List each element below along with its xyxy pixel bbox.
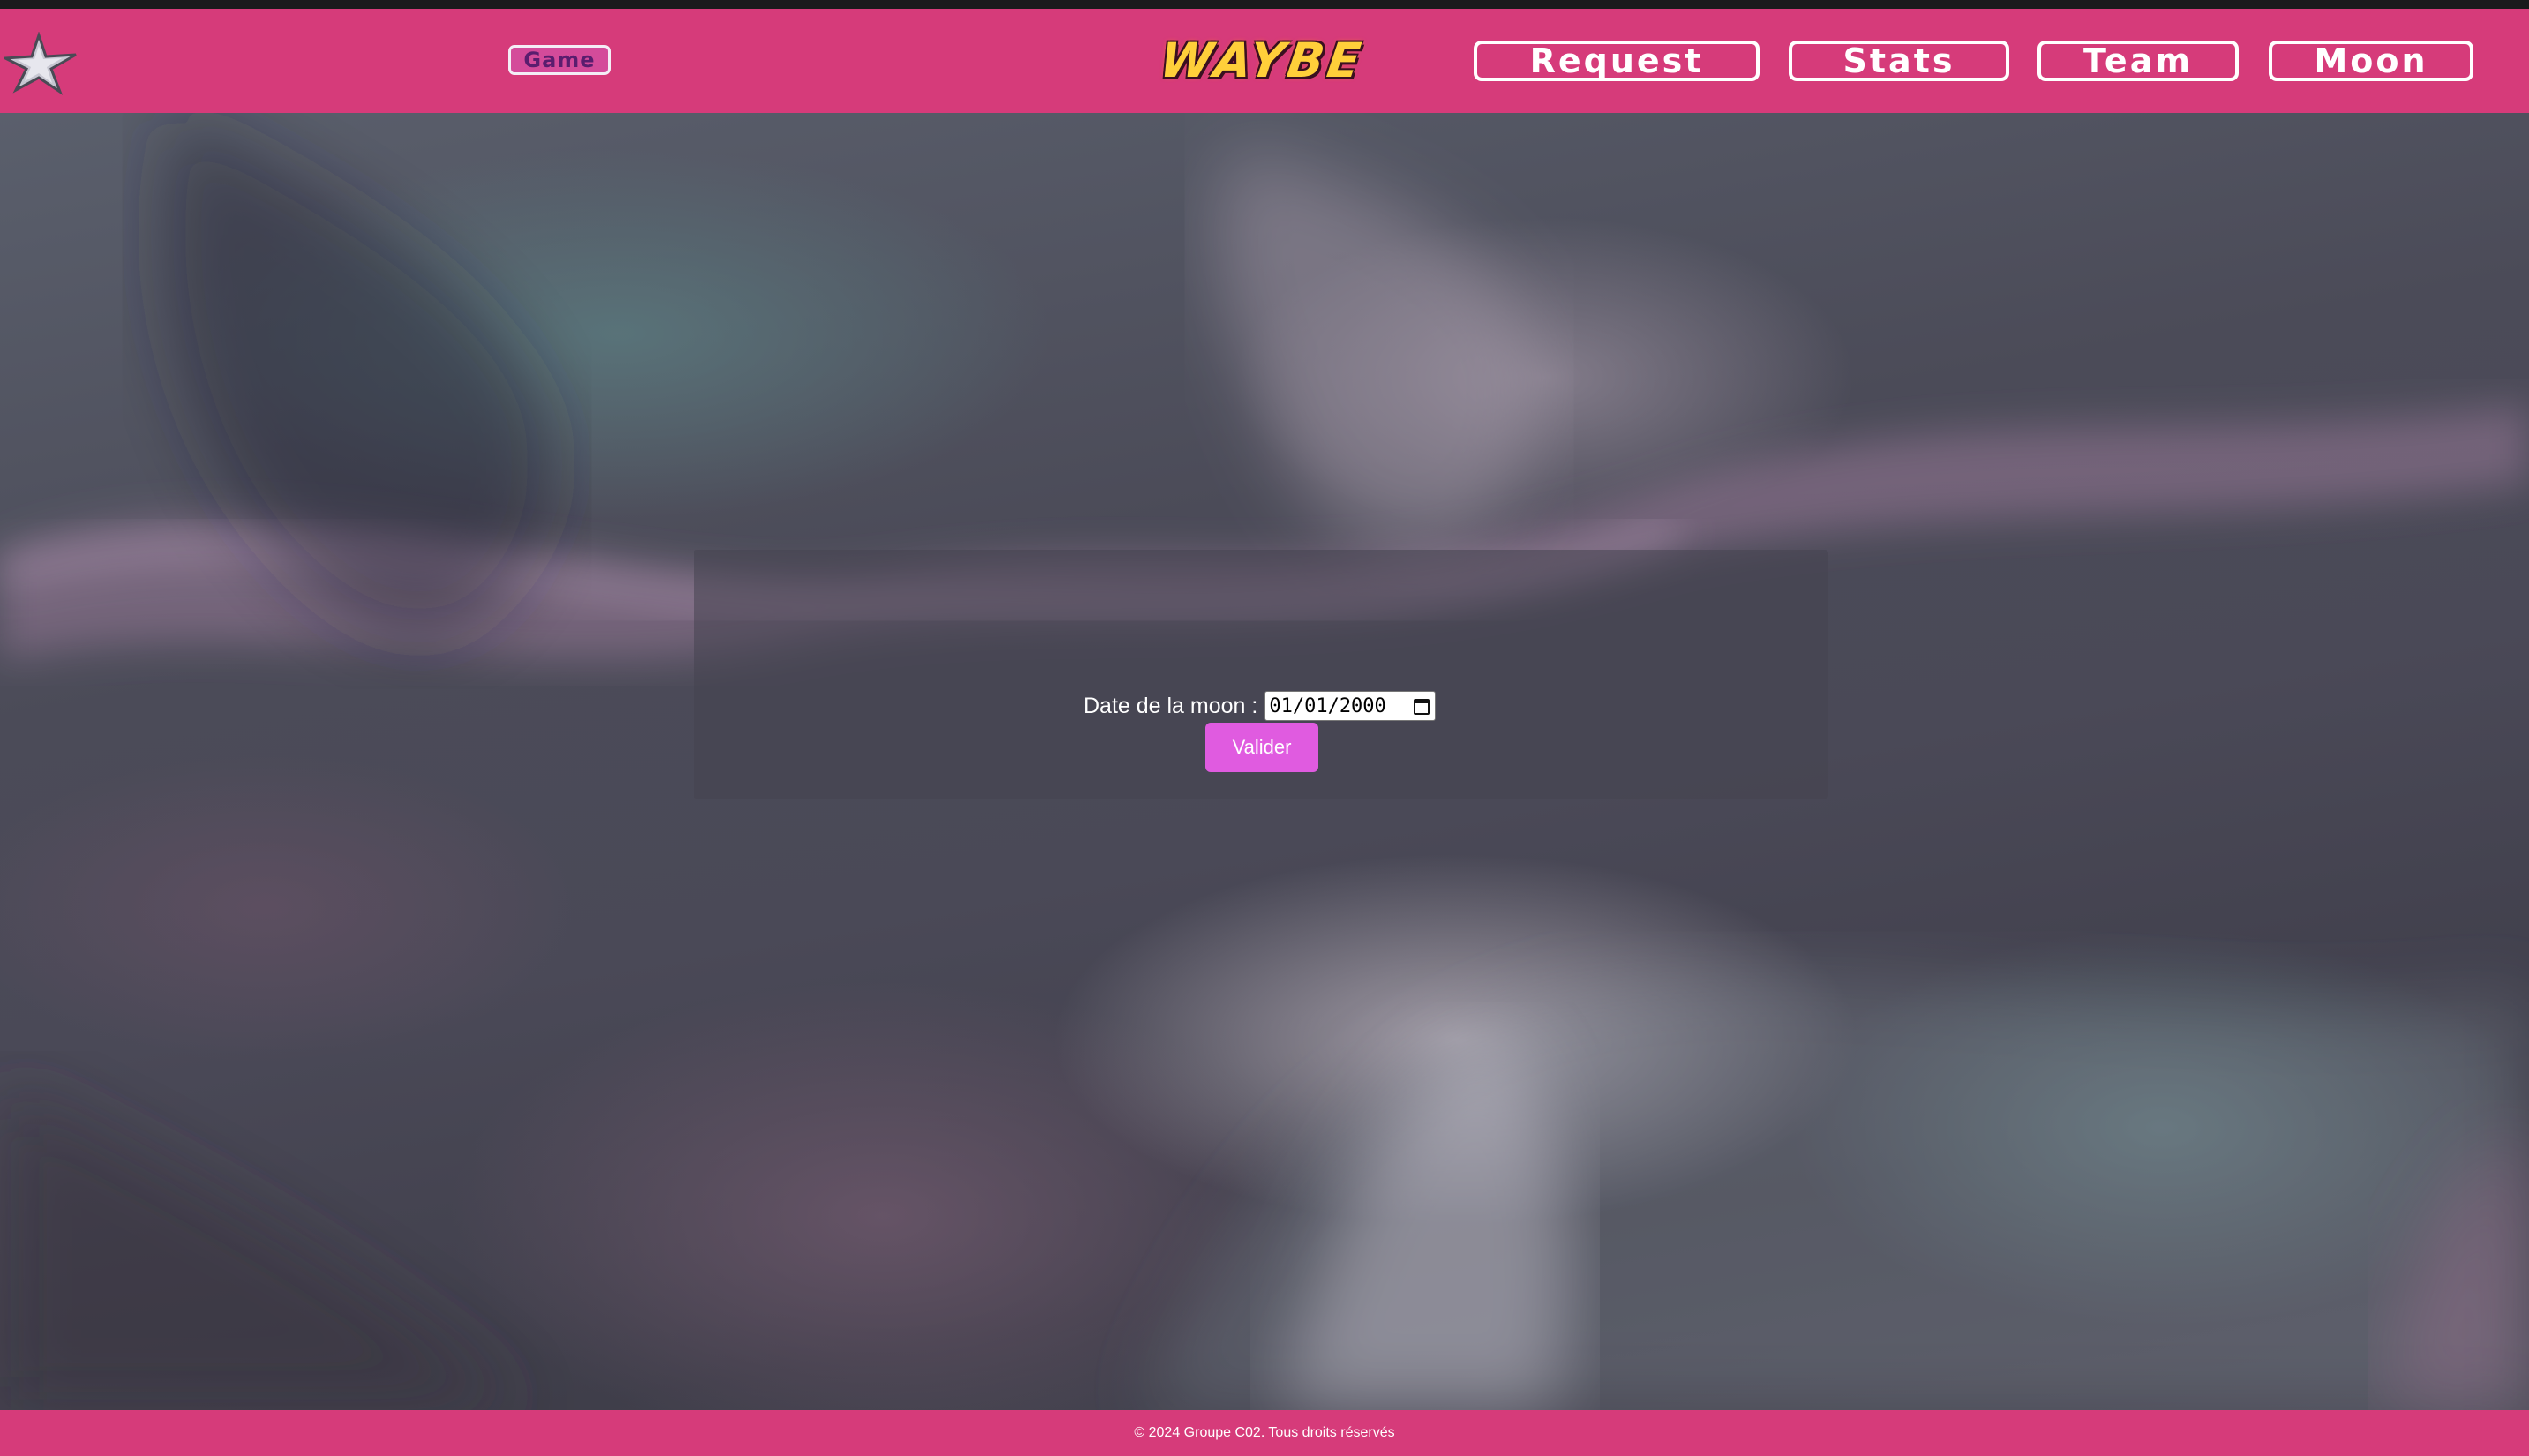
nav-team-button[interactable]: Team xyxy=(2037,41,2239,81)
site-footer: © 2024 Groupe C02. Tous droits réservés xyxy=(0,1410,2529,1456)
moon-date-input[interactable]: 01/01/2000 xyxy=(1264,691,1437,721)
validate-button[interactable]: Valider xyxy=(1205,723,1318,772)
nav-moon-button[interactable]: Moon xyxy=(2269,41,2473,81)
site-header: Game WAYBE Request Stats Team Moon xyxy=(0,9,2529,113)
window-top-bar xyxy=(0,0,2529,9)
game-button[interactable]: Game xyxy=(508,45,611,75)
moon-date-label: Date de la moon : xyxy=(1084,693,1258,718)
nav-stats-button[interactable]: Stats xyxy=(1789,41,2009,81)
star-logo-icon[interactable] xyxy=(4,32,79,95)
page: Game WAYBE Request Stats Team Moon Date … xyxy=(0,0,2529,1456)
moon-date-value: 01/01/2000 xyxy=(1269,694,1386,717)
moon-form-row: Date de la moon : 01/01/2000 xyxy=(1084,690,1437,722)
nav-request-button[interactable]: Request xyxy=(1474,41,1760,81)
footer-copyright: © 2024 Groupe C02. Tous droits réservés xyxy=(1134,1425,1395,1440)
brand-logo[interactable]: WAYBE xyxy=(1133,32,1391,88)
calendar-icon[interactable] xyxy=(1414,699,1430,715)
brand-logo-text: WAYBE xyxy=(1156,32,1368,88)
